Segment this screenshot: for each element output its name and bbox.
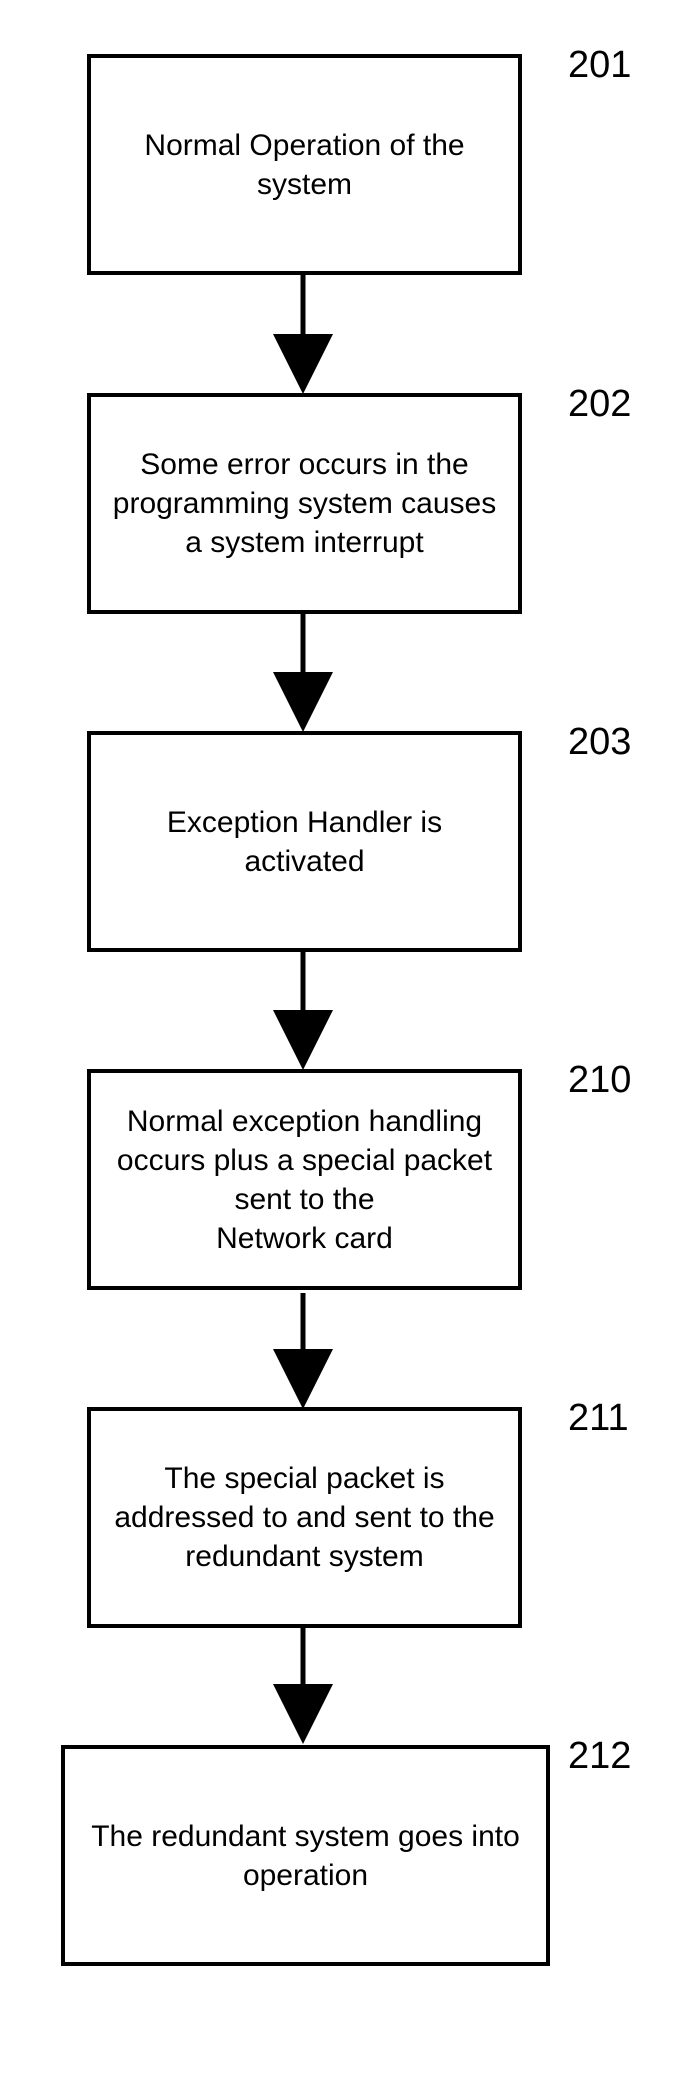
- step-212: The redundant system goes into operation: [61, 1745, 550, 1966]
- step-212-label: 212: [568, 1735, 631, 1778]
- flowchart: Normal Operation of the system 201 Some …: [0, 0, 693, 2084]
- step-203: Exception Handler is activated: [87, 731, 522, 952]
- step-212-text: The redundant system goes into operation: [83, 1817, 528, 1895]
- step-202-text: Some error occurs in the programming sys…: [109, 445, 500, 562]
- step-202: Some error occurs in the programming sys…: [87, 393, 522, 614]
- step-203-text: Exception Handler is activated: [109, 803, 500, 881]
- step-201: Normal Operation of the system: [87, 54, 522, 275]
- step-210-label: 210: [568, 1059, 631, 1102]
- step-203-label: 203: [568, 721, 631, 764]
- step-211-text: The special packet is addressed to and s…: [109, 1459, 500, 1576]
- step-211: The special packet is addressed to and s…: [87, 1407, 522, 1628]
- step-210-text: Normal exception handling occurs plus a …: [109, 1102, 500, 1258]
- step-210: Normal exception handling occurs plus a …: [87, 1069, 522, 1290]
- step-202-label: 202: [568, 383, 631, 426]
- step-211-label: 211: [568, 1397, 629, 1440]
- step-201-label: 201: [568, 44, 631, 87]
- step-201-text: Normal Operation of the system: [109, 126, 500, 204]
